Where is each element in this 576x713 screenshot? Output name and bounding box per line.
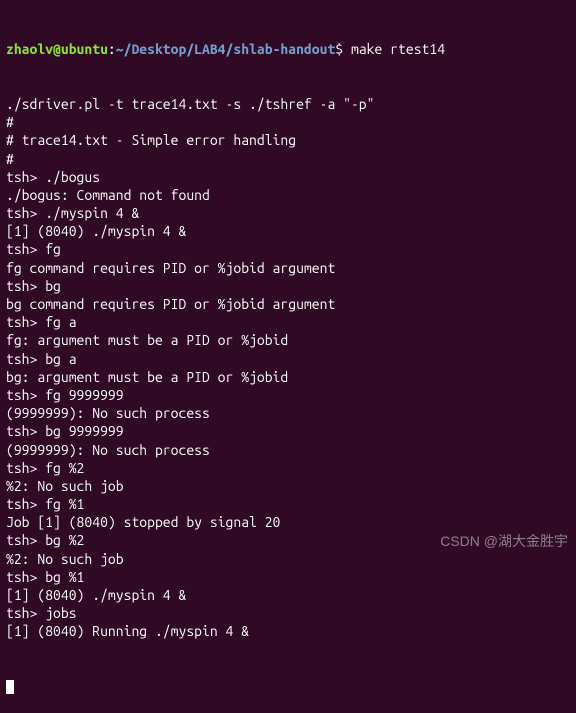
output-line: bg: argument must be a PID or %jobid	[6, 368, 570, 386]
output-line: tsh> bg 9999999	[6, 422, 570, 440]
prompt-line: zhaolv@ubuntu:~/Desktop/LAB4/shlab-hando…	[6, 40, 570, 58]
command-text: make rtest14	[351, 41, 445, 57]
output-line: tsh> fg 9999999	[6, 386, 570, 404]
cursor-line	[6, 677, 570, 695]
output-line: %2: No such job	[6, 550, 570, 568]
prompt-path: ~/Desktop/LAB4/shlab-handout	[116, 41, 336, 57]
output-line: ./sdriver.pl -t trace14.txt -s ./tshref …	[6, 95, 570, 113]
output-line: tsh> fg	[6, 240, 570, 258]
output-line: tsh> fg %1	[6, 495, 570, 513]
output-line: (9999999): No such process	[6, 441, 570, 459]
output-line: #	[6, 113, 570, 131]
output-line: [1] (8040) Running ./myspin 4 &	[6, 622, 570, 640]
terminal[interactable]: zhaolv@ubuntu:~/Desktop/LAB4/shlab-hando…	[6, 4, 570, 713]
output-line: tsh> fg a	[6, 313, 570, 331]
output-line: %2: No such job	[6, 477, 570, 495]
output-line: tsh> bg %2	[6, 531, 570, 549]
output-line: tsh> bg a	[6, 350, 570, 368]
output-line: # trace14.txt - Simple error handling	[6, 131, 570, 149]
output-line: bg command requires PID or %jobid argume…	[6, 295, 570, 313]
output-line: tsh> bg %1	[6, 568, 570, 586]
output-line: tsh> fg %2	[6, 459, 570, 477]
output-line: tsh> jobs	[6, 604, 570, 622]
output-line: Job [1] (8040) stopped by signal 20	[6, 513, 570, 531]
output-line: [1] (8040) ./myspin 4 &	[6, 586, 570, 604]
output-line: fg: argument must be a PID or %jobid	[6, 331, 570, 349]
output-line: tsh> ./bogus	[6, 168, 570, 186]
prompt-dollar: $	[335, 41, 351, 57]
output-line: tsh> bg	[6, 277, 570, 295]
output-line: fg command requires PID or %jobid argume…	[6, 259, 570, 277]
output-line: ./bogus: Command not found	[6, 186, 570, 204]
prompt-userhost: zhaolv@ubuntu	[6, 41, 108, 57]
prompt-colon: :	[108, 41, 116, 57]
output-line: [1] (8040) ./myspin 4 &	[6, 222, 570, 240]
output-line: #	[6, 150, 570, 168]
output-line: (9999999): No such process	[6, 404, 570, 422]
output-line: tsh> ./myspin 4 &	[6, 204, 570, 222]
cursor	[6, 680, 14, 694]
